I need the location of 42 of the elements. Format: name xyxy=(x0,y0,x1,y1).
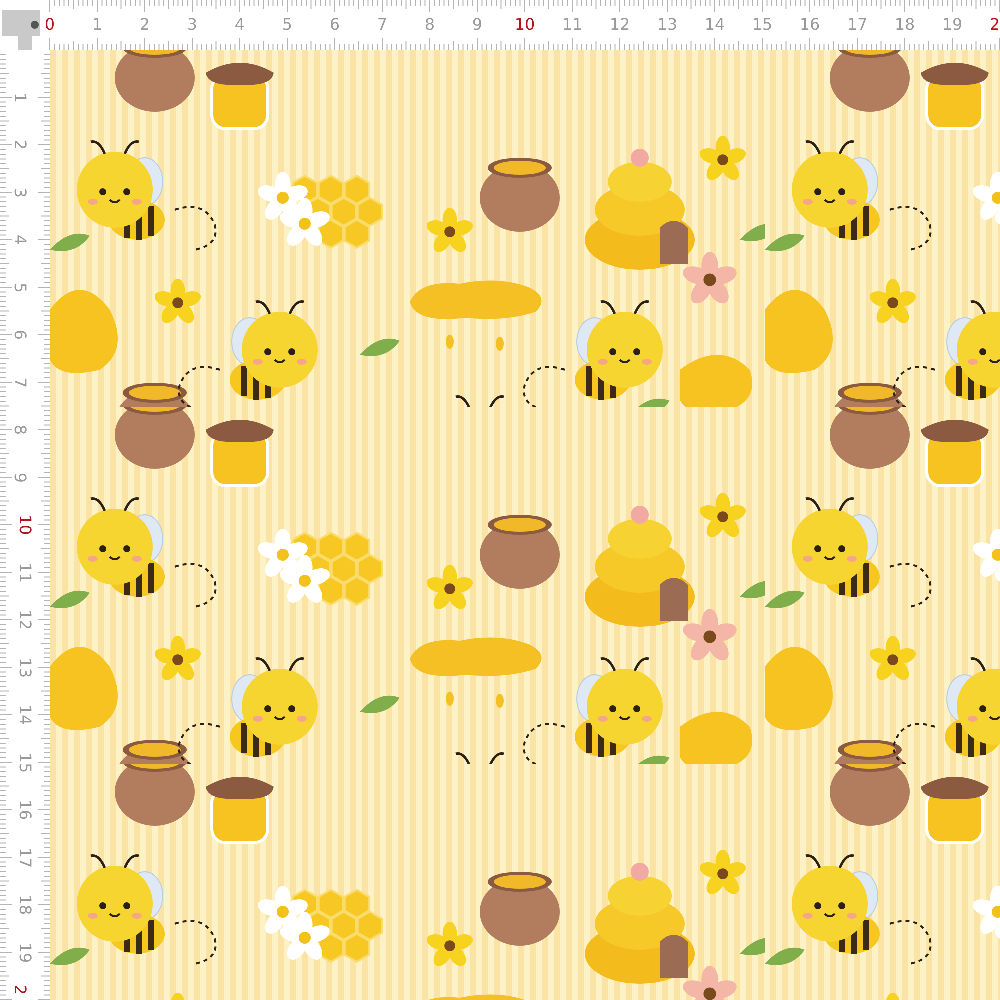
scale-number: 3 xyxy=(10,187,30,198)
scale-number: 12 xyxy=(610,15,630,35)
scale-number: 2 xyxy=(10,984,30,996)
scale-number: 16 xyxy=(800,15,820,35)
scale-number: 4 xyxy=(234,15,246,35)
scale-number: 9 xyxy=(10,472,30,483)
scale-number: 2 xyxy=(140,15,150,35)
scale-number: 18 xyxy=(15,894,36,916)
scale-number: 7 xyxy=(377,15,388,35)
scale-number: 19 xyxy=(15,942,36,963)
scale-number: 2 xyxy=(990,15,1000,35)
scale-number: 13 xyxy=(15,657,36,678)
scale-number: 11 xyxy=(562,15,583,35)
scale-number: 13 xyxy=(657,15,678,35)
scale-number: 2 xyxy=(10,140,30,150)
scale-number: 3 xyxy=(187,15,198,35)
scale-number: 5 xyxy=(282,15,293,35)
scale-number: 15 xyxy=(752,15,773,35)
scale-number: 12 xyxy=(15,610,36,630)
scale-number: 17 xyxy=(847,15,868,35)
ruler-clamp-drawing xyxy=(2,10,40,50)
scale-number: 17 xyxy=(15,847,36,868)
scale-number: 8 xyxy=(10,424,30,436)
scale-number: 15 xyxy=(15,752,36,773)
scale-number: 9 xyxy=(472,15,483,35)
scale-number: 19 xyxy=(942,15,963,35)
scale-number: 0 xyxy=(44,15,56,35)
scale-number: 10 xyxy=(514,15,536,35)
scale-number: 16 xyxy=(15,800,36,820)
scale-number: 11 xyxy=(15,562,36,583)
scale-number: 5 xyxy=(10,282,30,293)
scale-number: 14 xyxy=(15,704,36,726)
scale-number: 4 xyxy=(10,234,30,246)
scale-number: 10 xyxy=(15,514,36,536)
scale-number: 1 xyxy=(92,15,103,35)
scale-number: 18 xyxy=(894,15,916,35)
scale-number: 8 xyxy=(424,15,436,35)
scale-number: 6 xyxy=(330,15,340,35)
scale-number: 6 xyxy=(10,330,30,340)
scale-number: 1 xyxy=(10,92,30,103)
scale-number: 14 xyxy=(704,15,726,35)
scale-number: 7 xyxy=(10,377,30,388)
